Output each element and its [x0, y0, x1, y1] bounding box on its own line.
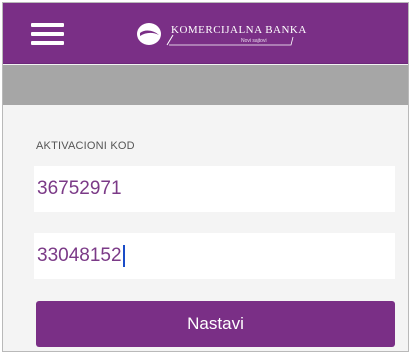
bank-name: KOMERCIJALNA BANKA [171, 24, 307, 36]
activation-code-value-2: 33048152 [37, 245, 122, 266]
bank-tagline: Novi sajtovi [241, 38, 267, 44]
activation-code-value-1: 36752971 [37, 178, 122, 199]
activation-code-label: AKTIVACIONI KOD [36, 140, 135, 152]
activation-code-input-1[interactable]: 36752971 [34, 166, 395, 212]
app-screen: KOMERCIJALNA BANKA Novi sajtovi AKTIVACI… [2, 2, 409, 352]
menu-line [31, 23, 64, 27]
bank-logo: KOMERCIJALNA BANKA Novi sajtovi [135, 21, 315, 49]
hamburger-menu-icon[interactable] [31, 23, 65, 45]
activation-form: AKTIVACIONI KOD 36752971 33048152 Nastav… [3, 105, 408, 351]
top-app-bar: KOMERCIJALNA BANKA Novi sajtovi [3, 3, 408, 64]
activation-code-input-2[interactable]: 33048152 [34, 233, 395, 279]
menu-line [31, 32, 64, 36]
text-caret [122, 245, 125, 267]
continue-button[interactable]: Nastavi [36, 301, 395, 347]
menu-line [31, 41, 64, 45]
sub-header-bar [3, 65, 408, 105]
bank-logo-mark-icon [137, 23, 161, 45]
